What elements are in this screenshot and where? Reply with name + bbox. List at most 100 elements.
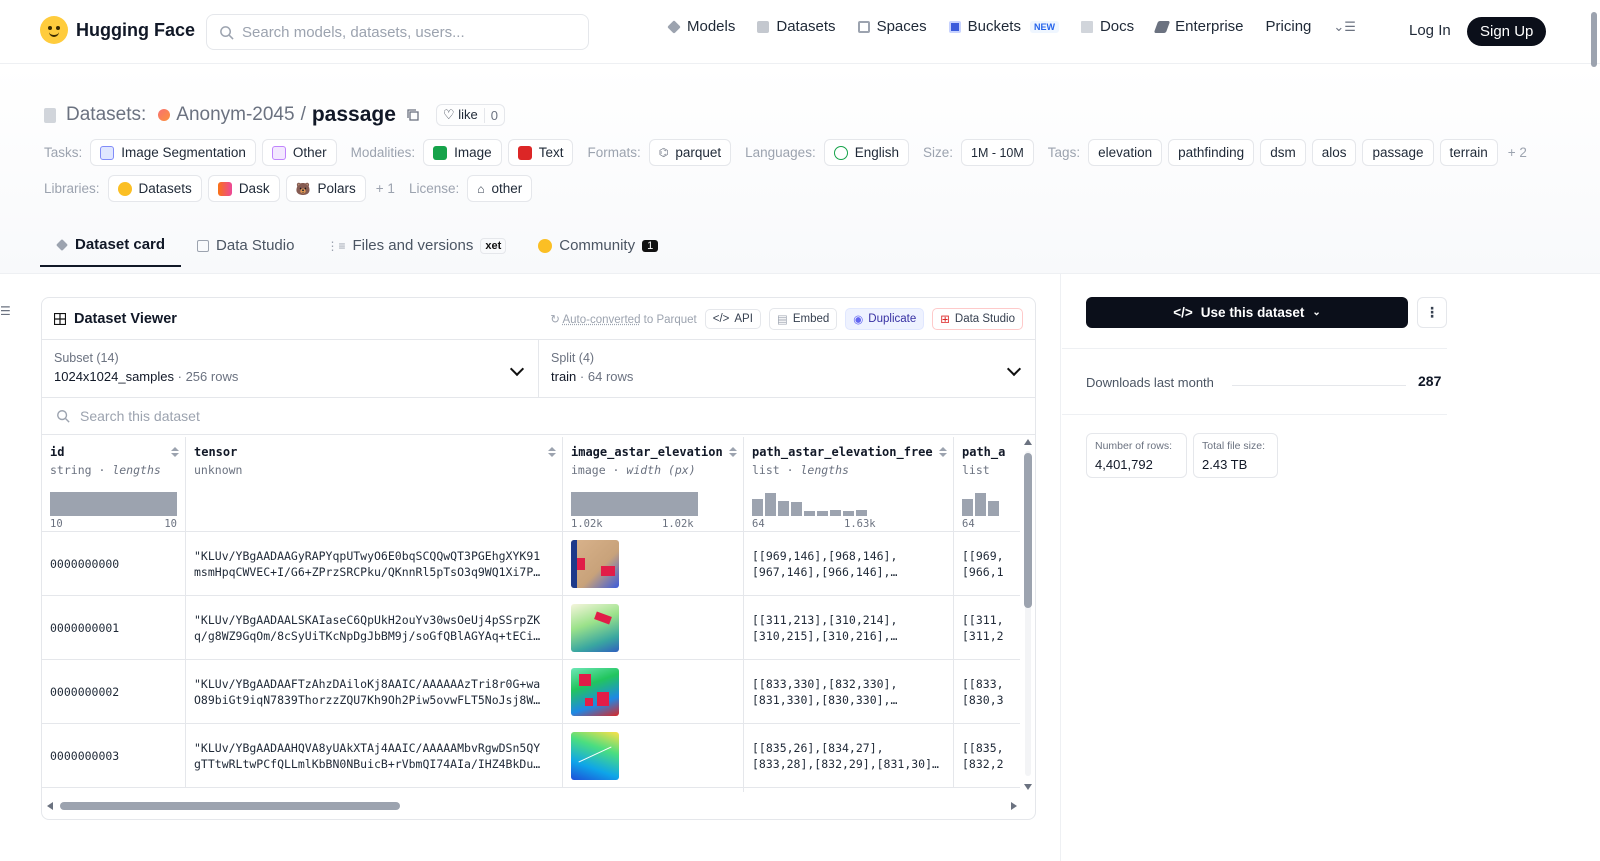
more-options-button[interactable]: ⋮ — [1417, 297, 1447, 328]
signup-button[interactable]: Sign Up — [1467, 17, 1547, 46]
col-header-id[interactable]: id string · lengths 10 10 — [42, 437, 186, 532]
elevation-thumbnail[interactable] — [571, 603, 619, 652]
histogram-bin[interactable] — [988, 501, 999, 516]
global-search[interactable] — [206, 14, 589, 50]
owner-avatar[interactable] — [158, 109, 171, 121]
embed-button[interactable]: ▤ Embed — [768, 307, 838, 330]
search-input[interactable] — [242, 23, 562, 41]
cell-path-clipped[interactable]: [[969, [966,1 — [954, 532, 1020, 596]
histogram-bin[interactable] — [962, 499, 973, 516]
scroll-thumb[interactable] — [60, 802, 400, 810]
sort-icon[interactable] — [171, 447, 179, 459]
tag-size[interactable]: 1M - 10M — [961, 139, 1034, 166]
tag-pathfinding[interactable]: pathfinding — [1168, 139, 1255, 166]
cell-id[interactable]: 0000000002 — [42, 660, 186, 724]
dataset-search[interactable]: Search this dataset — [42, 398, 1035, 435]
sort-icon[interactable] — [729, 447, 737, 459]
cell-path-free[interactable]: [[833,330],[832,330], [831,330],[830,330… — [744, 660, 954, 724]
vertical-scrollbar[interactable] — [1022, 437, 1034, 792]
tag-english[interactable]: English — [823, 139, 909, 166]
col-header-tensor[interactable]: tensor unknown — [186, 437, 563, 532]
tag-image[interactable]: Image — [423, 139, 502, 166]
repo-name[interactable]: passage — [312, 103, 396, 127]
cell-path-free[interactable]: [[835,26],[834,27], [833,28],[832,29],[8… — [744, 724, 954, 788]
cell-id[interactable]: 0000000003 — [42, 724, 186, 788]
cell-image[interactable] — [563, 596, 744, 660]
repo-section[interactable]: Datasets: — [66, 104, 146, 126]
tag-dask[interactable]: Dask — [207, 175, 280, 202]
duplicate-button[interactable]: ◉ Duplicate — [845, 307, 925, 330]
histogram-bin[interactable] — [778, 501, 789, 516]
tag-parquet[interactable]: ⌬ parquet — [648, 139, 732, 166]
scroll-left-icon[interactable] — [47, 802, 53, 810]
auto-converted-link[interactable]: Auto-converted — [562, 314, 640, 326]
nav-buckets[interactable]: Buckets NEW — [948, 18, 1059, 35]
scroll-thumb[interactable] — [1591, 12, 1597, 67]
sort-icon[interactable] — [939, 447, 947, 459]
subset-select[interactable]: Subset (14) 1024x1024_samples · 256 rows — [42, 340, 539, 397]
cell-image[interactable] — [563, 724, 744, 788]
cell-id[interactable]: 0000000000 — [42, 532, 186, 596]
nav-datasets[interactable]: Datasets — [757, 18, 836, 35]
scroll-up-icon[interactable] — [1024, 439, 1032, 445]
nav-enterprise[interactable]: Enterprise — [1153, 18, 1244, 35]
nav-pricing[interactable]: Pricing — [1266, 18, 1312, 35]
like-button[interactable]: ♡ like 0 — [435, 104, 505, 126]
tags-more[interactable]: + 2 — [1508, 145, 1527, 160]
nav-docs[interactable]: Docs — [1080, 18, 1134, 35]
scroll-right-icon[interactable] — [1011, 802, 1017, 810]
toc-toggle-icon[interactable]: ☰ — [0, 304, 11, 318]
scroll-thumb[interactable] — [1024, 453, 1032, 608]
brand-logo[interactable]: Hugging Face — [40, 16, 195, 44]
tag-passage[interactable]: passage — [1362, 139, 1434, 166]
elevation-thumbnail[interactable] — [571, 539, 619, 588]
tag-datasets-lib[interactable]: Datasets — [107, 175, 202, 202]
cell-image[interactable] — [563, 532, 744, 596]
nav-more-menu[interactable]: ⌄☰ — [1333, 19, 1356, 35]
tag-elevation[interactable]: elevation — [1088, 139, 1163, 166]
col-header-image[interactable]: image_astar_elevation image · width (px)… — [563, 437, 744, 532]
login-link[interactable]: Log In — [1409, 22, 1451, 39]
cell-path-free[interactable]: [[311,213],[310,214], [310,215],[310,216… — [744, 596, 954, 660]
tag-terrain[interactable]: terrain — [1439, 139, 1498, 166]
libraries-more[interactable]: + 1 — [376, 181, 395, 196]
tag-polars[interactable]: 🐻 Polars — [285, 175, 366, 202]
scroll-down-icon[interactable] — [1024, 784, 1032, 790]
elevation-thumbnail[interactable] — [571, 667, 619, 716]
nav-models[interactable]: Models — [667, 18, 735, 35]
histogram-bin[interactable] — [856, 510, 867, 516]
col-header-path-free[interactable]: path_astar_elevation_free list · lengths… — [744, 437, 954, 532]
histogram-bin[interactable] — [791, 502, 802, 516]
col-header-path-clipped[interactable]: path_a list 64 — [954, 437, 1020, 532]
cell-path-free[interactable]: [[969,146],[968,146], [967,146],[966,146… — [744, 532, 954, 596]
horizontal-scrollbar[interactable] — [42, 798, 1035, 814]
cell-tensor[interactable]: "KLUv/YBgAADAAGyRAPYqpUTwyO6E0bqSCQQwQT3… — [186, 532, 563, 596]
tag-license[interactable]: ⌂ other — [467, 175, 533, 202]
cell-path-clipped[interactable]: [[835, [832,2 — [954, 724, 1020, 788]
elevation-thumbnail[interactable] — [571, 731, 619, 780]
copy-icon[interactable] — [406, 108, 420, 122]
cell-tensor[interactable]: "KLUv/YBgAADAALSKAIaseC6QpUkH2ouYv30wsOe… — [186, 596, 563, 660]
cell-tensor[interactable]: "KLUv/YBgAADAAFTzAhzDAiloKj8AAIC/AAAAAAz… — [186, 660, 563, 724]
tab-files-versions[interactable]: ⋮≡ Files and versions xet — [310, 230, 522, 267]
tag-dsm[interactable]: dsm — [1260, 139, 1306, 166]
histogram-bin[interactable] — [804, 511, 815, 516]
tag-other[interactable]: Other — [261, 139, 337, 166]
histogram-bin[interactable] — [752, 499, 763, 516]
tag-image-segmentation[interactable]: Image Segmentation — [90, 139, 256, 166]
sort-icon[interactable] — [548, 447, 556, 459]
histogram-bin[interactable] — [830, 510, 841, 516]
api-button[interactable]: </> API — [704, 308, 761, 329]
split-select[interactable]: Split (4) train · 64 rows — [539, 340, 1035, 397]
tag-text[interactable]: Text — [507, 139, 574, 166]
data-studio-button[interactable]: ⊞ Data Studio — [932, 307, 1023, 330]
tab-dataset-card[interactable]: Dataset card — [40, 230, 182, 267]
use-dataset-button[interactable]: </> Use this dataset ⌄ — [1086, 297, 1408, 328]
cell-image[interactable] — [563, 660, 744, 724]
repo-owner[interactable]: Anonym-2045 — [176, 104, 294, 126]
histogram-bin[interactable] — [843, 511, 854, 516]
tag-alos[interactable]: alos — [1311, 139, 1357, 166]
histogram-bin[interactable] — [817, 511, 828, 516]
histogram-bin[interactable] — [975, 493, 986, 516]
cell-tensor[interactable]: "KLUv/YBgAADAAHQVA8yUAkXTAj4AAIC/AAAAAMb… — [186, 724, 563, 788]
